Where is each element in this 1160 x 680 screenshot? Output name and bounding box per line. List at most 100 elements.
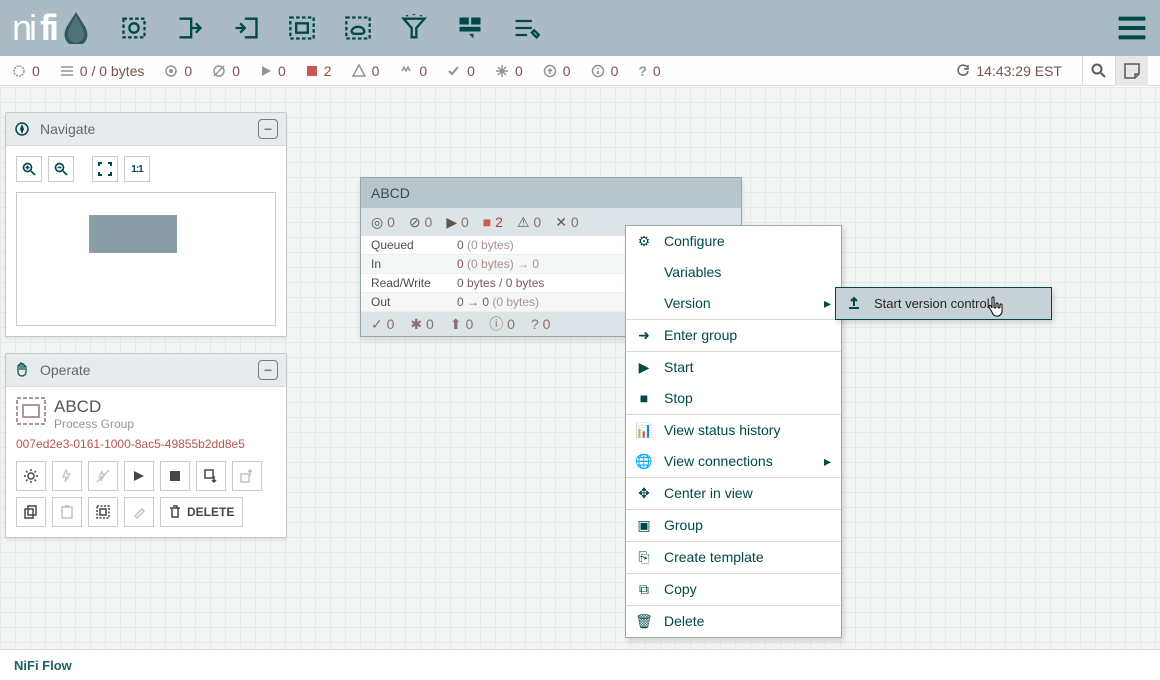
- chevron-right-icon: ▸: [824, 295, 831, 312]
- ctx-delete[interactable]: 🗑Delete: [626, 605, 841, 637]
- pg-out-label: Out: [371, 295, 457, 309]
- drag-processor-icon[interactable]: [120, 14, 148, 42]
- operate-group-button[interactable]: [88, 497, 118, 527]
- status-last-refresh: 14:43:29 EST: [956, 63, 1062, 79]
- ctx-group[interactable]: ▣Group: [626, 509, 841, 541]
- copy-icon: ⧉: [636, 581, 652, 598]
- drag-process-group-icon[interactable]: [288, 14, 316, 42]
- threads-icon: [12, 64, 26, 78]
- ctx-status-history[interactable]: 📊View status history: [626, 414, 841, 446]
- pg-out-value: 0 → 0: [457, 295, 489, 309]
- info-icon: [591, 64, 605, 78]
- process-group-title: ABCD: [361, 178, 741, 208]
- ctx-variables[interactable]: Variables: [626, 257, 841, 288]
- operate-component-type: Process Group: [54, 417, 134, 431]
- operate-configure-button[interactable]: [16, 461, 46, 491]
- status-stopped: 2: [306, 63, 332, 79]
- pg-rw-value: 0 bytes / 0 bytes: [457, 276, 544, 290]
- chart-icon: 📊: [636, 422, 652, 439]
- drag-funnel-icon[interactable]: [400, 14, 428, 42]
- operate-component-name: ABCD: [54, 397, 134, 417]
- pg-stopped-icon: ■ 2: [483, 214, 503, 230]
- bulletin-button[interactable]: [1115, 56, 1148, 86]
- birdseye-pg-rect: [89, 215, 177, 253]
- operate-uuid: 007ed2e3-0161-1000-8ac5-49855b2dd8e5: [16, 437, 276, 451]
- zoom-in-button[interactable]: [16, 156, 42, 182]
- operate-copy-button[interactable]: [16, 497, 46, 527]
- status-not-transmitting: 0: [212, 63, 240, 79]
- hand-icon: [14, 362, 30, 378]
- chevron-right-icon: ▸: [824, 453, 831, 470]
- pg-disabled-icon: ✕ 0: [555, 214, 578, 231]
- navigate-panel: Navigate − 1:1: [5, 112, 287, 337]
- operate-template-download-button: [232, 461, 262, 491]
- ctx-stop[interactable]: ■Stop: [626, 383, 841, 414]
- crosshair-icon: ✥: [636, 485, 652, 502]
- birdseye-view[interactable]: [16, 192, 276, 326]
- pg-in-label: In: [371, 257, 457, 271]
- not-transmitting-icon: [212, 64, 226, 78]
- ctx-start-version-control[interactable]: Start version control: [836, 288, 1051, 319]
- status-running: 0: [260, 63, 286, 79]
- ctx-center[interactable]: ✥Center in view: [626, 477, 841, 509]
- process-group-icon: [16, 397, 46, 425]
- navigate-title: Navigate: [40, 121, 95, 137]
- operate-template-upload-button[interactable]: [196, 461, 226, 491]
- warning-icon: [352, 64, 366, 78]
- operate-panel: Operate − ABCD Process Group 007ed2e3-01…: [5, 353, 287, 538]
- status-unknown: ?0: [638, 63, 660, 79]
- drag-label-icon[interactable]: [512, 14, 540, 42]
- enter-icon: ➜: [636, 327, 652, 344]
- trash-icon: 🗑: [636, 613, 652, 630]
- flow-canvas[interactable]: Navigate − 1:1 Operate −: [0, 87, 1160, 650]
- ctx-configure[interactable]: ⚙Configure: [626, 226, 841, 257]
- group-icon: ▣: [636, 517, 652, 534]
- ctx-start[interactable]: ▶Start: [626, 351, 841, 383]
- zoom-actual-button[interactable]: 1:1: [124, 156, 150, 182]
- breadcrumb-root[interactable]: NiFi Flow: [14, 658, 72, 673]
- stop-icon: ■: [636, 390, 652, 406]
- operate-stop-button[interactable]: [160, 461, 190, 491]
- nifi-logo: nifi: [12, 7, 90, 49]
- pg-out-detail: (0 bytes): [492, 295, 539, 309]
- drag-input-port-icon[interactable]: [176, 14, 204, 42]
- search-button[interactable]: [1082, 56, 1115, 86]
- status-uptodate: 0: [447, 63, 475, 79]
- check-icon: [447, 64, 461, 78]
- ctx-create-template[interactable]: ⎘Create template: [626, 541, 841, 573]
- drag-template-icon[interactable]: [456, 14, 484, 42]
- collapse-operate-button[interactable]: −: [258, 360, 278, 380]
- play-icon: ▶: [636, 359, 652, 376]
- breadcrumb-bar: NiFi Flow: [0, 649, 1160, 680]
- operate-start-button[interactable]: [124, 461, 154, 491]
- logo-text-bold: fi: [40, 7, 56, 49]
- context-menu: ⚙Configure Variables Version▸ ➜Enter gro…: [625, 225, 842, 638]
- zoom-fit-button[interactable]: [92, 156, 118, 182]
- play-icon: [260, 65, 272, 77]
- trash-icon: [169, 505, 181, 519]
- ctx-enter-group[interactable]: ➜Enter group: [626, 319, 841, 351]
- global-menu-icon[interactable]: [1116, 12, 1148, 44]
- pg-invalid-icon: ⚠ 0: [517, 214, 541, 231]
- arrow-up-icon: [543, 64, 557, 78]
- version-submenu: Start version control: [835, 287, 1052, 320]
- drag-remote-process-group-icon[interactable]: [344, 14, 372, 42]
- status-invalid: 0: [352, 63, 380, 79]
- ctx-view-connections[interactable]: 🌐View connections▸: [626, 446, 841, 477]
- status-locally-modified: 0: [543, 63, 571, 79]
- transmitting-icon: [164, 64, 178, 78]
- drag-output-port-icon[interactable]: [232, 14, 260, 42]
- zoom-out-button[interactable]: [48, 156, 74, 182]
- operate-delete-button[interactable]: DELETE: [160, 497, 243, 527]
- collapse-navigate-button[interactable]: −: [258, 119, 278, 139]
- gear-icon: ⚙: [636, 233, 652, 250]
- app-header: nifi: [0, 0, 1160, 56]
- operate-enable-button: [52, 461, 82, 491]
- ctx-version[interactable]: Version▸: [626, 288, 841, 319]
- status-bar: 0 0 / 0 bytes 0 0 0 2 0 0 0 0 0 0 ?0 14:…: [0, 56, 1160, 86]
- logo-text-thin: ni: [12, 7, 34, 49]
- pg-not-transmitting-icon: ⊘ 0: [409, 214, 432, 231]
- compass-icon: [14, 121, 30, 137]
- status-disabled: 0: [399, 63, 427, 79]
- ctx-copy[interactable]: ⧉Copy: [626, 573, 841, 605]
